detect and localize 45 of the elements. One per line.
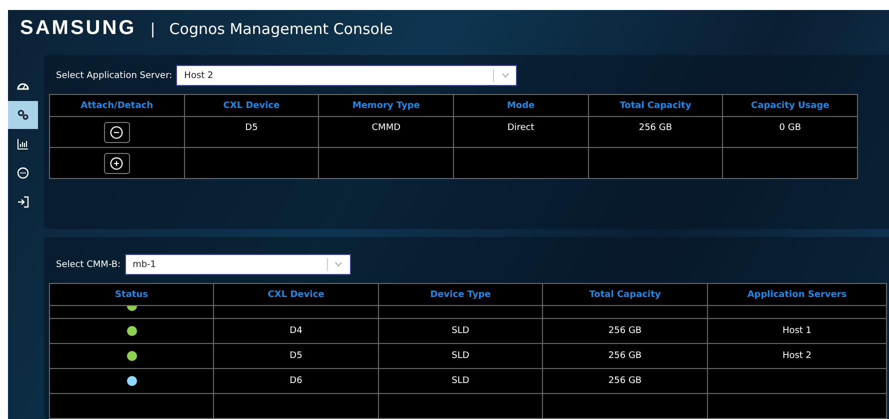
table-cell: SLD <box>378 368 542 394</box>
table-cell: 0 GB <box>722 116 858 148</box>
column-header: Capacity Usage <box>722 94 858 116</box>
logout-icon <box>17 196 29 208</box>
cmm-select[interactable]: mb-1 <box>124 254 351 275</box>
server-select[interactable]: Host 2 <box>176 65 518 86</box>
table-cell: D5 <box>184 116 319 148</box>
chevron-down-icon <box>335 262 342 267</box>
column-header: Status <box>50 284 214 306</box>
app-title: Cognos Management Console <box>169 20 393 38</box>
column-header: CXL Device <box>214 284 378 306</box>
column-header: Total Capacity <box>588 94 723 116</box>
table-cell: 256 GB <box>542 344 708 368</box>
brand-logo: SAMSUNG <box>20 17 136 40</box>
chevron-down-icon <box>502 73 509 78</box>
table-cell: SLD <box>378 318 542 344</box>
attach-button[interactable] <box>104 152 130 174</box>
column-header: Device Type <box>378 284 542 306</box>
table-cell: 256 GB <box>542 318 708 344</box>
header-separator: | <box>150 20 156 38</box>
plus-circle-icon <box>110 156 124 170</box>
table-cell: CMMD <box>318 116 454 148</box>
minus-circle-icon <box>110 126 124 138</box>
table-cell: 256 GB <box>588 116 723 148</box>
table-cell: Direct <box>453 116 588 148</box>
sidebar-item[interactable] <box>8 101 38 129</box>
bar-chart-icon <box>17 138 29 150</box>
column-header: Memory Type <box>318 94 454 116</box>
table-cell: SLD <box>378 344 542 368</box>
table-cell: 256 GB <box>542 368 708 394</box>
field-label: Select CMM-B: <box>56 260 121 270</box>
field-label: Select Application Server: <box>56 70 172 80</box>
table-cell: Host 1 <box>708 318 886 344</box>
table-cell: D5 <box>214 344 378 368</box>
column-header: Attach/Detach <box>50 94 184 116</box>
table-cell: D4 <box>214 318 378 344</box>
table-cell: D6 <box>214 368 378 394</box>
gears-icon <box>17 109 29 121</box>
column-header: Application Servers <box>708 284 886 306</box>
detach-button[interactable] <box>104 122 130 142</box>
table-cell: Host 2 <box>708 344 886 368</box>
column-header: Total Capacity <box>542 284 708 306</box>
column-header: CXL Device <box>184 94 319 116</box>
column-header: Mode <box>453 94 588 116</box>
more-icon <box>17 167 29 179</box>
